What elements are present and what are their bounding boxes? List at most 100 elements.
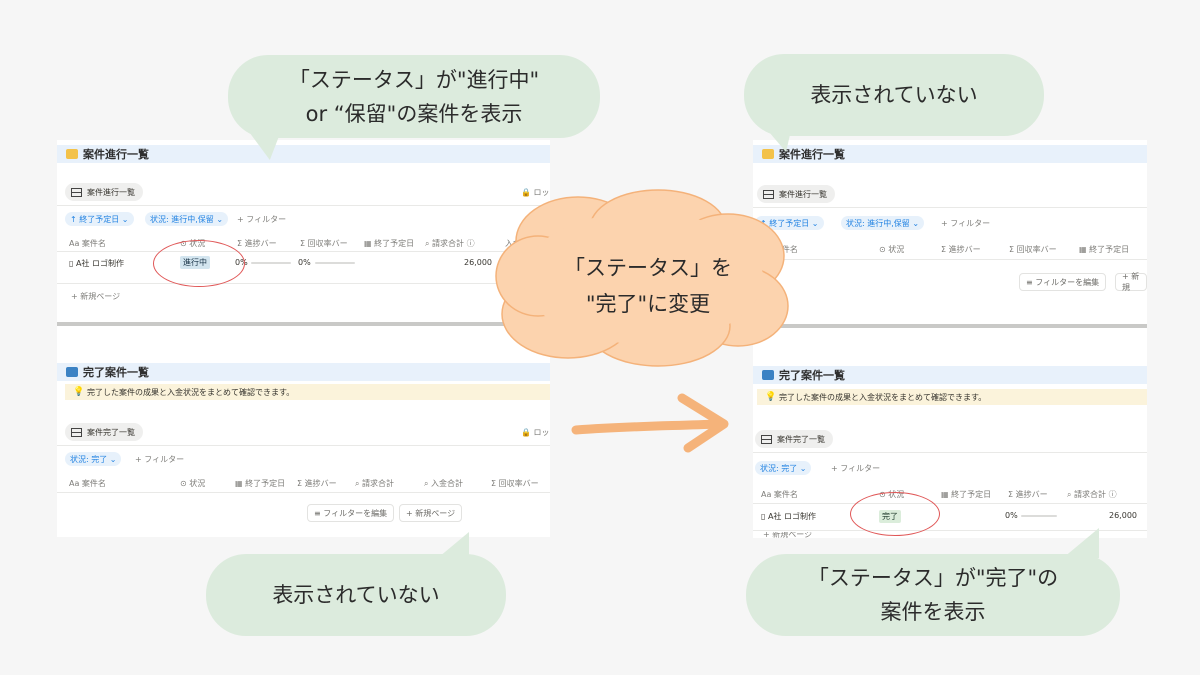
col-status: ⊙ 状況 [180,479,206,488]
calendar-icon: ▦ [235,479,243,488]
col-status: ⊙ 状況 [879,245,905,254]
progress-bar [251,262,291,264]
calendar-icon: ▦ [1079,245,1087,254]
done-db-title: 完了案件一覧 [83,366,149,379]
col-progress: Σ 進捗バー [941,245,981,254]
bubble-bottom-right: 「ステータス」が"完了"の 案件を表示 [746,554,1120,636]
table-row-name[interactable]: ▯ A社 ロゴ制作 [69,258,124,269]
bubble-text-line: 表示されていない [810,83,978,107]
col-end-date: ▦ 終了予定日 [941,490,992,499]
edit-filter-button[interactable]: ≡ フィルターを編集 [1019,273,1107,291]
highlight-ring [153,240,245,287]
new-page-button[interactable]: + 新規ページ [399,504,463,522]
page-icon: ▯ [69,259,74,268]
folder-open-icon [66,149,78,159]
search-icon: ⌕ [425,239,430,248]
done-view-tab[interactable]: 案件完了一覧 [65,423,143,441]
search-icon: ⌕ [1067,490,1072,499]
status-filter-chip[interactable]: 状況: 完了 ⌄ [755,461,812,475]
col-collection: Σ 回収率バー [491,479,539,488]
callout: 💡 完了した案件の成果と入金状況をまとめて確認できます。 [65,384,550,400]
callout: 💡 完了した案件の成果と入金状況をまとめて確認できます。 [757,389,1147,405]
col-name: Aa 案件名 [69,239,106,248]
status-filter-chip[interactable]: 状況: 進行中,保留 ⌄ [841,216,925,230]
status-filter-chip[interactable]: 状況: 進行中,保留 ⌄ [145,212,229,226]
before-screenshot: 案件進行一覧 案件進行一覧 🔒 ロッ ↑ 終了予定日 ⌄ 状況: 進行中,保留 … [57,140,550,537]
divider [753,452,1147,453]
col-payment: ⌕ 入金合計 [424,479,464,488]
new-page-button[interactable]: + 新規 [1115,272,1147,292]
divider [57,445,550,446]
active-view-tab[interactable]: 案件進行一覧 [65,183,143,201]
col-billing: ⌕ 請求合計 ⓘ [1067,490,1117,499]
collection-bar [315,262,355,264]
add-filter-button[interactable]: + フィルター [831,463,880,474]
done-db-header: 完了案件一覧 [753,366,1147,384]
filter-icon: ≡ [1026,277,1033,287]
add-filter-button[interactable]: + フィルター [135,454,184,465]
col-billing: ⌕ 請求合計 ⓘ [425,239,475,248]
after-screenshot: 案件進行一覧 案件進行一覧 ↑ 終了予定日 ⌄ 状況: 進行中,保留 ⌄ + フ… [753,140,1147,538]
table-icon [761,434,772,444]
bubble-top-right: 表示されていない [744,54,1044,136]
table-icon [71,187,82,197]
bubble-text-line: or “保留"の案件を表示 [305,101,523,126]
active-db-title: 案件進行一覧 [83,148,149,161]
add-filter-button[interactable]: + フィルター [941,218,990,229]
search-icon: ⌕ [355,479,360,488]
bubble-text-line: 案件を表示 [880,600,986,624]
col-progress: Σ 進捗バー [1008,490,1048,499]
cloud-text: 「ステータス」を "完了"に変更 [548,250,748,322]
divider [57,283,550,284]
divider [57,492,550,493]
folder-icon [66,367,78,377]
calendar-icon: ▦ [941,490,949,499]
divider [57,251,550,252]
section-separator [57,322,550,326]
collection-value: 0% [298,258,311,267]
divider [753,207,1147,208]
done-view-tab[interactable]: 案件完了一覧 [755,430,833,448]
divider [753,259,1147,260]
page-icon: ▯ [761,512,766,521]
col-end-date: ▦ 終了予定日 [364,239,415,248]
divider [753,503,1147,504]
bubble-text-line: 表示されていない [272,583,440,607]
filter-icon: ≡ [314,508,321,518]
new-page-button[interactable]: + 新規ページ [763,532,812,538]
done-db-header: 完了案件一覧 [57,363,550,381]
bubble-bottom-left: 表示されていない [206,554,506,636]
bubble-top-left: 「ステータス」が"進行中" or “保留"の案件を表示 [228,55,600,138]
active-db-header: 案件進行一覧 [57,145,550,163]
progress-value: 0% [1005,511,1018,520]
table-row-name[interactable]: ▯ A社 ロゴ制作 [761,511,816,522]
progress-bar [1021,515,1057,517]
divider [57,205,550,206]
highlight-ring [850,492,940,536]
col-collection: Σ 回収率バー [1009,245,1057,254]
cloud-text-line: 「ステータス」を [564,256,732,280]
lock-icon: 🔒 [521,428,531,437]
edit-filter-button[interactable]: ≡ フィルターを編集 [307,504,395,522]
lightbulb-icon: 💡 [73,387,85,397]
col-name: Aa 案件名 [761,490,798,499]
col-progress: Σ 進捗バー [297,479,337,488]
lightbulb-icon: 💡 [765,392,777,402]
status-icon: ⊙ [879,245,886,254]
col-collection: Σ 回収率バー [300,239,348,248]
status-filter-chip[interactable]: 状況: 完了 ⌄ [65,452,122,466]
sort-chip[interactable]: ↑ 終了予定日 ⌄ [65,212,134,226]
col-end-date: ▦ 終了予定日 [1079,245,1130,254]
status-icon: ⊙ [180,479,187,488]
col-billing: ⌕ 請求合計 [355,479,395,488]
col-name: Aa 案件名 [69,479,106,488]
lock-button[interactable]: 🔒 ロッ [521,427,550,438]
col-progress: Σ 進捗バー [237,239,277,248]
folder-open-icon [762,149,774,159]
bubble-text-line: 「ステータス」が"進行中" [288,67,540,92]
new-page-button[interactable]: + 新規ページ [71,291,120,302]
calendar-icon: ▦ [364,239,372,248]
bubble-text-line: 「ステータス」が"完了"の [807,566,1059,590]
section-separator [753,324,1147,328]
add-filter-button[interactable]: + フィルター [237,214,286,225]
